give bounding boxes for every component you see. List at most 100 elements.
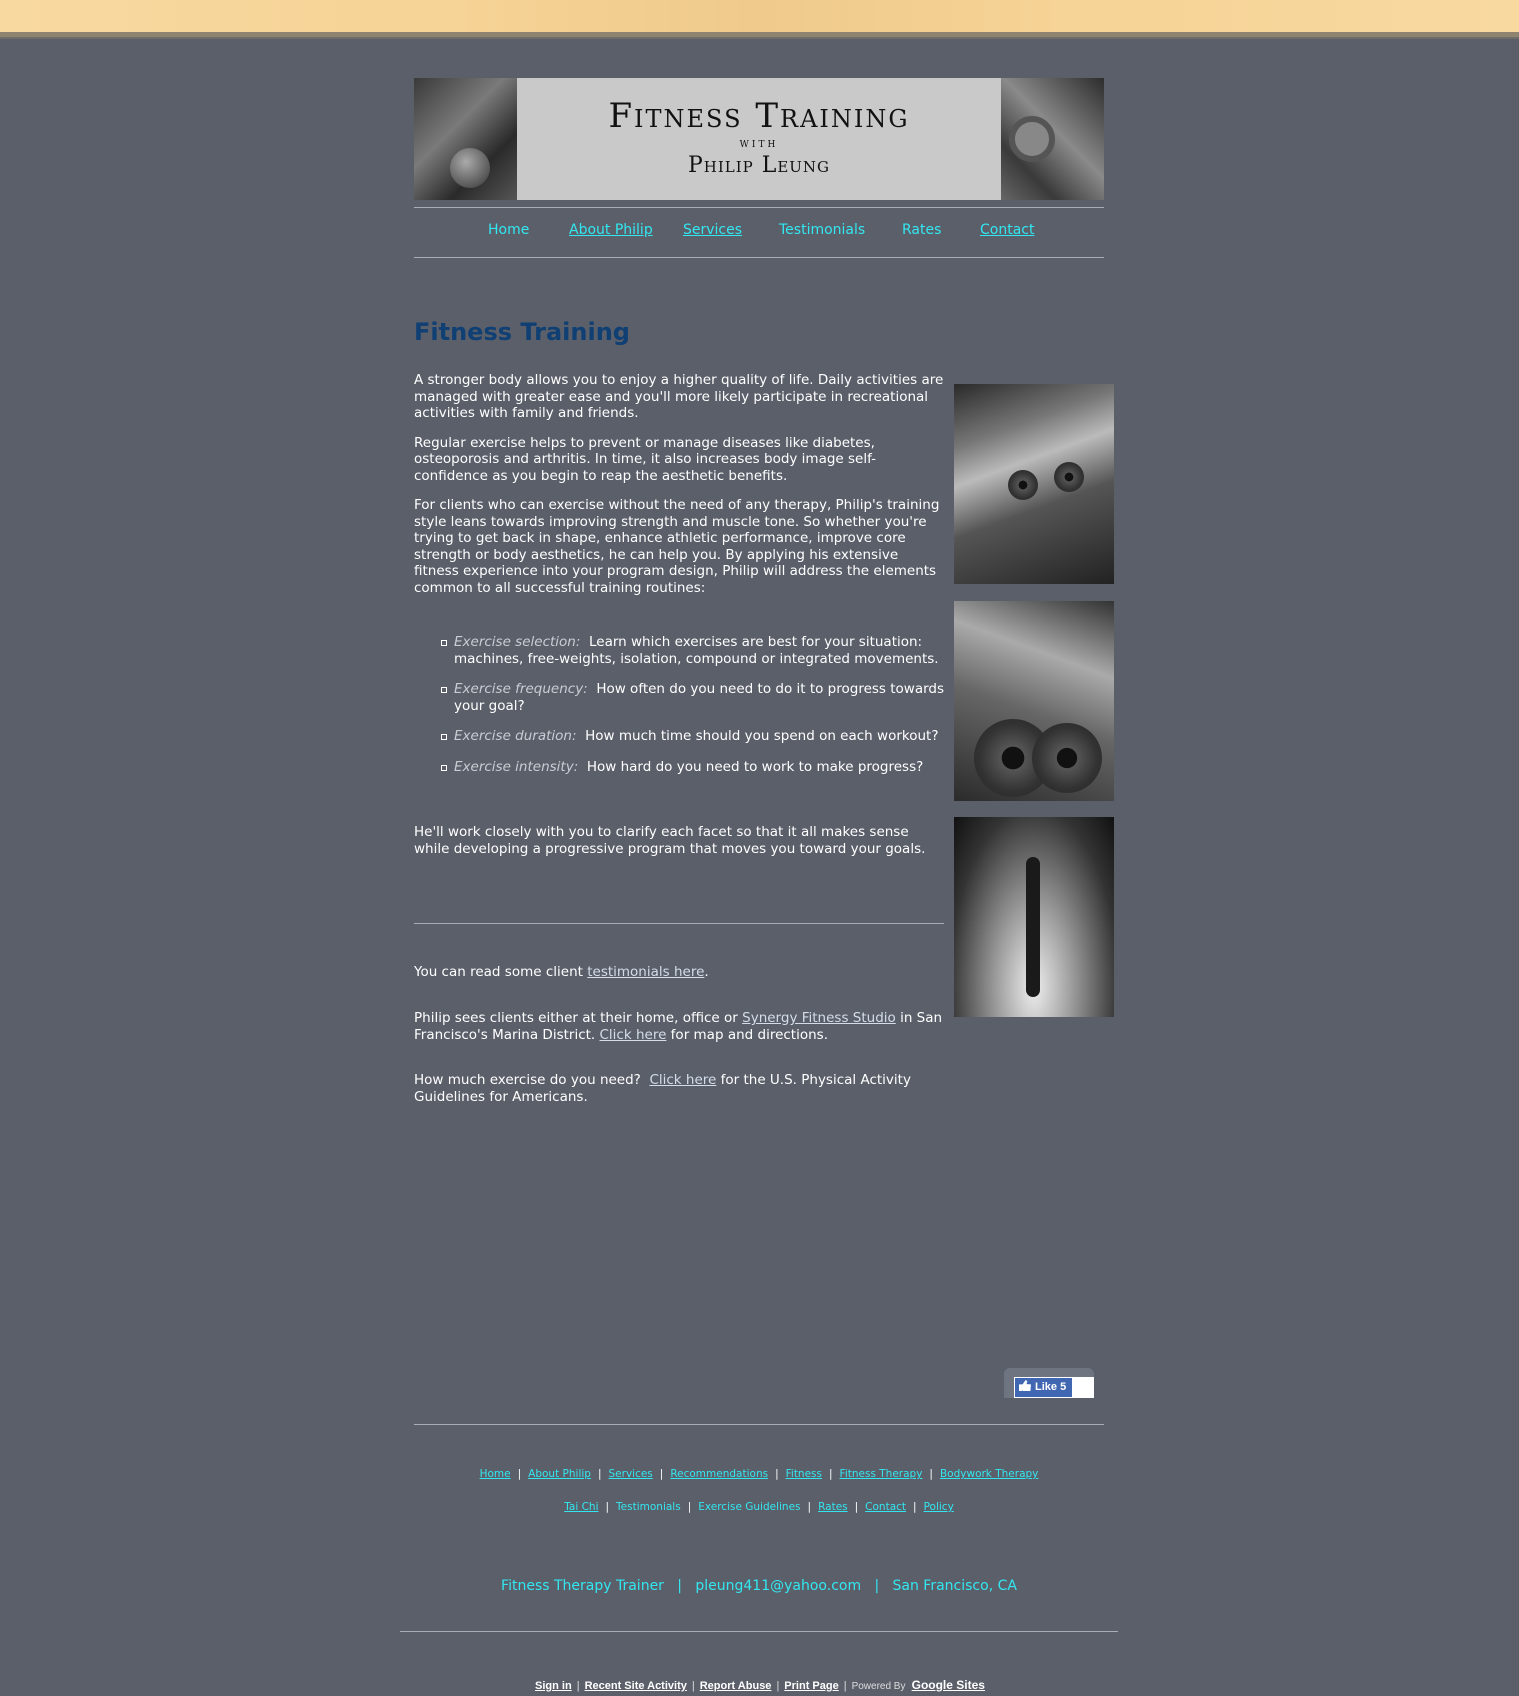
list-item-term: Exercise duration: <box>454 728 577 744</box>
top-band-edge-shadow <box>0 37 1519 39</box>
banner-title-name: Philip Leung <box>687 153 831 178</box>
separator: | <box>829 1468 833 1480</box>
footer-link-rates[interactable]: Rates <box>818 1501 848 1513</box>
footer-link-policy[interactable]: Policy <box>924 1501 954 1513</box>
list-item: Exercise frequency: How often do you nee… <box>441 681 946 714</box>
location-line: Philip sees clients either at their home… <box>414 1010 946 1043</box>
recent-activity-link[interactable]: Recent Site Activity <box>585 1680 687 1692</box>
synergy-studio-link[interactable]: Synergy Fitness Studio <box>742 1010 896 1026</box>
text: . <box>704 964 709 980</box>
testimonials-line: You can read some client testimonials he… <box>414 964 946 981</box>
guidelines-link[interactable]: Click here <box>649 1072 716 1088</box>
footer-link-testimonials[interactable]: Testimonials <box>616 1501 681 1513</box>
paragraph: Regular exercise helps to prevent or man… <box>414 434 876 484</box>
top-sand-band <box>0 0 1519 32</box>
list-item-text: How hard do you need to work to make pro… <box>578 758 924 775</box>
separator: | <box>517 1468 522 1480</box>
separator: | <box>687 1501 692 1513</box>
footer-nav-row-1: Home | About Philip | Services | Recommendatio… <box>414 1468 1104 1480</box>
sign-in-link[interactable]: Sign in <box>535 1680 572 1692</box>
footer-link-home[interactable]: Home <box>480 1468 511 1480</box>
nav-home[interactable]: Home <box>488 222 529 238</box>
map-directions-link[interactable]: Click here <box>600 1027 667 1043</box>
print-page-link[interactable]: Print Page <box>784 1680 838 1692</box>
separator: | <box>605 1501 610 1513</box>
like-label: Like 5 <box>1035 1381 1067 1393</box>
separator: | <box>775 1468 779 1480</box>
report-abuse-link[interactable]: Report Abuse <box>700 1680 772 1692</box>
contact-city: San Francisco, CA <box>892 1578 1017 1594</box>
list-item: Exercise selection: Learn which exercise… <box>441 634 946 667</box>
nav-contact[interactable]: Contact <box>980 222 1034 238</box>
text: for map and directions. <box>666 1026 828 1043</box>
footer-link-exercise-guidelines[interactable]: Exercise Guidelines <box>698 1501 800 1513</box>
separator: | <box>576 1680 580 1692</box>
exercise-guidelines-line: How much exercise do you need? Click her… <box>414 1072 946 1105</box>
training-elements-list: Exercise selection: Learn which exercise… <box>414 634 946 775</box>
separator: | <box>854 1501 859 1513</box>
main-content: A stronger body allows you to enjoy a hi… <box>414 372 946 789</box>
list-item: Exercise duration: How much time should … <box>441 728 946 745</box>
footer-link-fitness-therapy[interactable]: Fitness Therapy <box>840 1468 923 1480</box>
closing-paragraph: He'll work closely with you to clarify e… <box>414 824 926 857</box>
dumbbell-icon <box>1054 462 1084 492</box>
contact-role: Fitness Therapy Trainer <box>501 1578 664 1594</box>
footer-link-services[interactable]: Services <box>609 1468 653 1480</box>
footer-nav-row-2: Tai Chi | Testimonials | Exercise Guidelines… <box>414 1501 1104 1513</box>
nav-bottom-divider <box>414 257 1104 258</box>
nav-top-divider <box>414 207 1104 208</box>
kettlebell-photo <box>414 78 517 200</box>
text: Philip sees clients either at their home… <box>414 1010 743 1026</box>
runner-figure <box>1026 857 1040 997</box>
weight-plate-icon <box>1032 723 1102 793</box>
footer-link-bodywork-therapy[interactable]: Bodywork Therapy <box>940 1468 1038 1480</box>
footer-top-divider <box>414 1424 1104 1425</box>
like-button[interactable]: Like 5 <box>1015 1378 1073 1397</box>
google-sites-link[interactable]: Google Sites <box>912 1678 985 1692</box>
contact-line: Fitness Therapy Trainer | pleung411@yaho… <box>501 1578 1017 1594</box>
dumbbell-icon <box>1008 470 1038 500</box>
testimonials-link[interactable]: testimonials here <box>587 964 704 980</box>
header-banner: Fitness Training with Philip Leung <box>414 78 1104 200</box>
kettlebell-icon <box>450 148 490 188</box>
content-divider <box>414 923 944 924</box>
footer-link-contact[interactable]: Contact <box>865 1501 906 1513</box>
banner-title-main: Fitness Training <box>608 96 910 136</box>
separator: | <box>913 1501 917 1513</box>
list-item-term: Exercise intensity: <box>454 758 579 775</box>
page-title: Fitness Training <box>414 318 630 346</box>
banner-title-with: with <box>739 136 779 151</box>
weight-plate-icon <box>1009 116 1055 162</box>
separator: | <box>776 1680 780 1692</box>
list-item: Exercise intensity: How hard do you need… <box>441 758 946 776</box>
nav-testimonials[interactable]: Testimonials <box>779 222 865 238</box>
paragraph: For clients who can exercise without the… <box>414 497 940 596</box>
banner-title: Fitness Training with Philip Leung <box>517 78 1001 200</box>
text: You can read some client <box>414 964 588 980</box>
nav-rates[interactable]: Rates <box>902 222 941 238</box>
list-item-text: How much time should you spend on each w… <box>576 728 939 744</box>
list-item-term: Exercise selection: <box>454 634 581 650</box>
footer-link-recommendations[interactable]: Recommendations <box>670 1468 768 1480</box>
footer-link-tai-chi[interactable]: Tai Chi <box>564 1501 598 1513</box>
runner-silhouette-photo <box>954 817 1114 1017</box>
separator: | <box>807 1501 812 1513</box>
nav-services[interactable]: Services <box>683 222 742 238</box>
separator: | <box>659 1468 664 1480</box>
powered-by-label: Powered By <box>851 1681 906 1692</box>
woman-dumbbell-photo <box>954 384 1114 584</box>
separator: | <box>691 1680 695 1692</box>
google-sites-footer: Sign in | Recent Site Activity | Report Abus… <box>400 1678 1120 1692</box>
paragraph: A stronger body allows you to enjoy a hi… <box>414 372 944 421</box>
footer-link-about-philip[interactable]: About Philip <box>528 1468 591 1480</box>
nav-about-philip[interactable]: About Philip <box>569 222 653 238</box>
thumbs-up-icon <box>1019 1380 1031 1391</box>
contact-email[interactable]: pleung411@yahoo.com <box>695 1578 861 1594</box>
separator: | <box>929 1468 933 1480</box>
separator: | <box>597 1468 602 1480</box>
man-dumbbell-photo <box>954 601 1114 801</box>
footer-link-fitness[interactable]: Fitness <box>786 1468 822 1480</box>
text: How much exercise do you need? <box>414 1072 650 1088</box>
footer-bottom-divider <box>400 1631 1118 1632</box>
separator: | <box>843 1680 847 1692</box>
